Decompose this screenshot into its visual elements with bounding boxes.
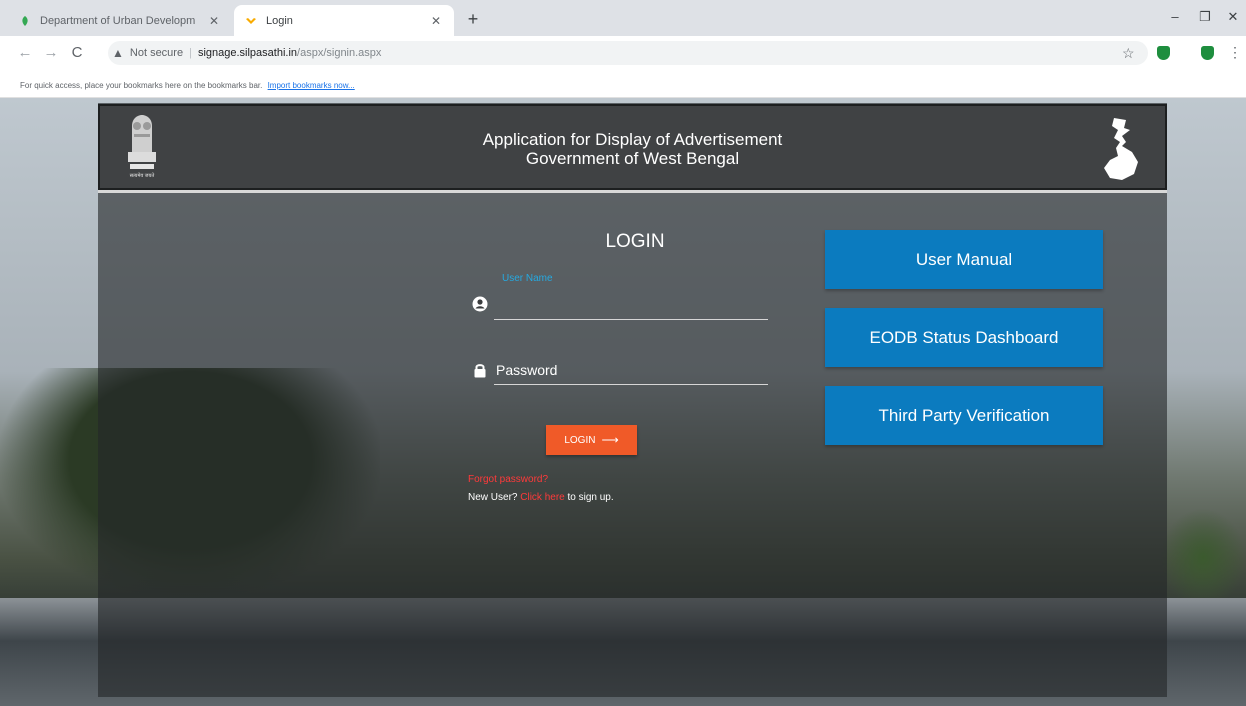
extension-shield-icon[interactable]: [1201, 46, 1214, 60]
third-party-verification-button[interactable]: Third Party Verification: [825, 386, 1103, 445]
header-title-line1: Application for Display of Advertisement: [482, 130, 783, 149]
forward-icon[interactable]: →: [40, 43, 62, 63]
login-button[interactable]: LOGIN ⟶: [546, 425, 637, 455]
browser-tabstrip: Department of Urban Developm ✕ Login ✕ +…: [0, 0, 1246, 36]
warning-icon[interactable]: ▲: [112, 46, 124, 60]
tab-login[interactable]: Login ✕: [234, 5, 454, 36]
bookmark-star-icon[interactable]: ☆: [1122, 45, 1135, 62]
browser-toolbar: ← → C ▲ Not secure | signage.silpasathi.…: [0, 36, 1246, 70]
site-header: सत्यमेव जयते Application for Display of …: [98, 104, 1167, 190]
new-tab-icon[interactable]: +: [462, 9, 484, 31]
emblem-caption: सत्यमेव जयते: [130, 172, 155, 179]
forgot-password-link[interactable]: Forgot password?: [468, 474, 548, 485]
signup-line: New User? Click here to sign up.: [468, 492, 614, 503]
url-host: signage.silpasathi.in: [197, 47, 298, 59]
west-bengal-map-icon: [1104, 118, 1138, 180]
reload-icon[interactable]: C: [66, 43, 88, 63]
maximize-icon[interactable]: ❐: [1190, 6, 1220, 28]
arrow-right-icon: ⟶: [601, 433, 619, 447]
extension-shield-icon[interactable]: [1157, 46, 1170, 60]
background-trees: [1160, 508, 1246, 608]
username-label: User Name: [502, 273, 553, 284]
bookmarks-hint: For quick access, place your bookmarks h…: [20, 81, 263, 90]
lock-icon: [474, 364, 486, 378]
signup-link[interactable]: Click here: [520, 492, 564, 503]
tab-urban-development[interactable]: Department of Urban Developm ✕: [8, 5, 232, 36]
user-circle-icon: [472, 296, 488, 312]
password-underline: [494, 384, 768, 385]
page-background: सत्यमेव जयते Application for Display of …: [0, 98, 1246, 706]
address-bar[interactable]: ▲ Not secure | signage.silpasathi.in /as…: [108, 41, 1148, 65]
security-label[interactable]: Not secure: [130, 47, 183, 59]
login-title: LOGIN: [605, 231, 665, 252]
user-manual-button[interactable]: User Manual: [825, 230, 1103, 289]
bookmarks-bar: For quick access, place your bookmarks h…: [0, 70, 1246, 98]
signup-suffix: to sign up.: [567, 492, 614, 503]
header-title: Application for Display of Advertisement…: [100, 130, 1165, 168]
close-window-icon[interactable]: ✕: [1218, 6, 1246, 28]
header-title-line2: Government of West Bengal: [525, 149, 740, 168]
password-input[interactable]: [496, 360, 766, 380]
separator: |: [189, 47, 192, 59]
username-underline: [494, 319, 768, 320]
eodb-status-dashboard-button[interactable]: EODB Status Dashboard: [825, 308, 1103, 367]
import-bookmarks-link[interactable]: Import bookmarks now...: [268, 81, 355, 90]
tab-title: Department of Urban Developm: [40, 14, 196, 27]
leaf-favicon-icon: [18, 14, 32, 28]
tab-title: Login: [266, 14, 293, 27]
browser-menu-icon[interactable]: ⋮: [1228, 44, 1242, 61]
tab-close-icon[interactable]: ✕: [428, 14, 444, 28]
minimize-icon[interactable]: –: [1160, 6, 1190, 28]
header-divider: [98, 190, 1167, 193]
url-path: /aspx/signin.aspx: [297, 47, 382, 59]
signup-prefix: New User?: [468, 492, 518, 503]
username-input[interactable]: [496, 296, 766, 316]
login-button-label: LOGIN: [564, 434, 596, 446]
signage-favicon-icon: [244, 14, 258, 28]
tab-close-icon[interactable]: ✕: [206, 14, 222, 28]
back-icon[interactable]: ←: [14, 43, 36, 63]
